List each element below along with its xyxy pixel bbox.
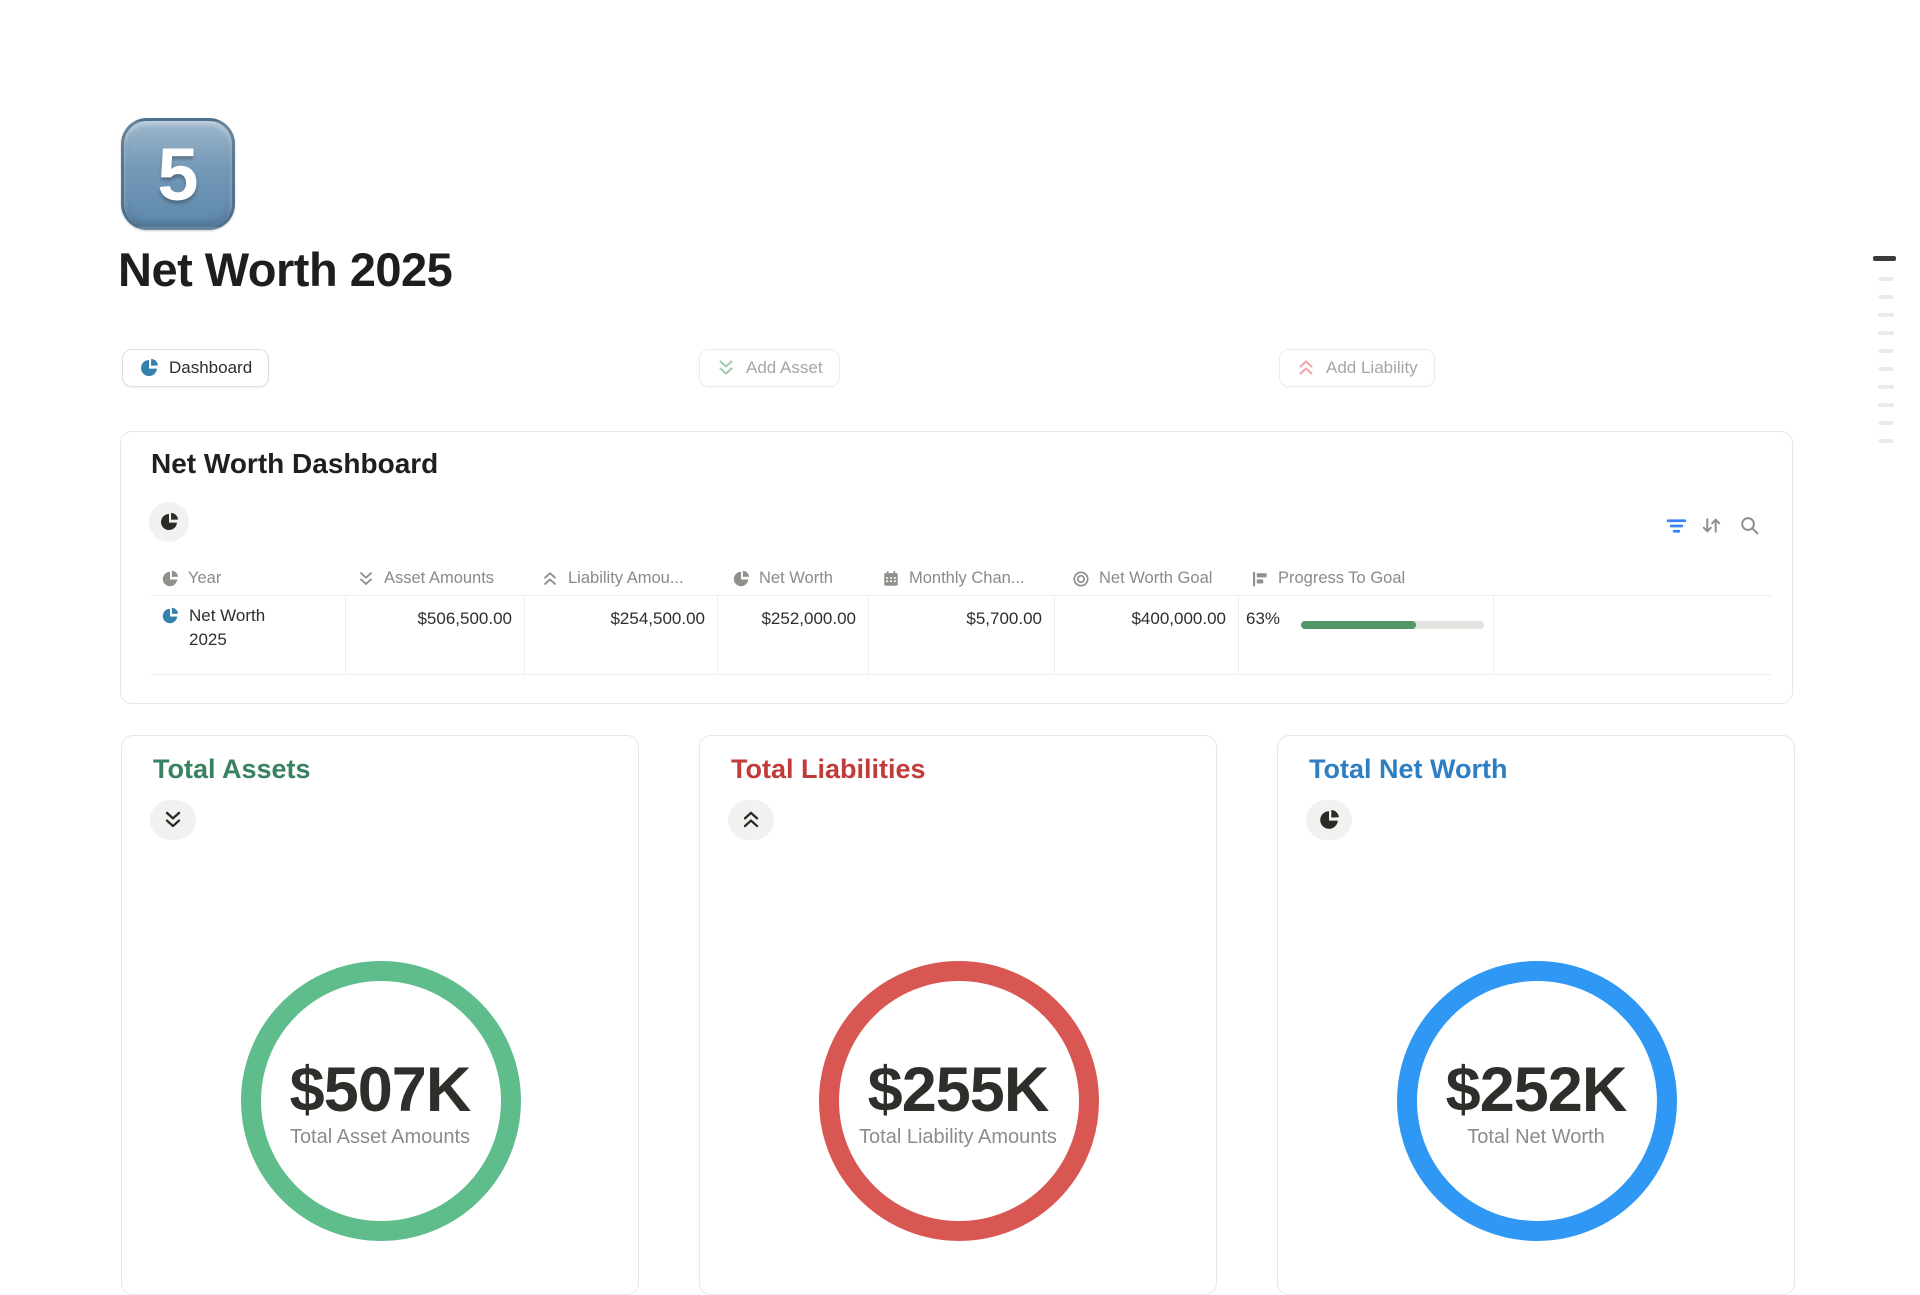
column-header-net-worth[interactable]: Net Worth (732, 562, 864, 595)
cell-asset-amounts[interactable]: $506,500.00 (345, 604, 524, 634)
search-icon[interactable] (1738, 514, 1760, 536)
double-chevron-down-icon (162, 809, 184, 831)
add-liability-button[interactable]: Add Liability (1279, 349, 1435, 387)
total-liabilities-card: Total Liabilities $255K Total Liability … (699, 735, 1217, 1295)
progress-percent-label: 63% (1246, 609, 1281, 628)
double-chevron-down-icon (716, 358, 736, 378)
column-divider (1238, 595, 1239, 674)
net-worth-total-label: Total Net Worth (1467, 1126, 1605, 1148)
cell-liability-amounts[interactable]: $254,500.00 (524, 604, 717, 634)
liabilities-total-label: Total Liability Amounts (859, 1126, 1057, 1148)
toc-item[interactable] (1878, 295, 1894, 299)
pie-chart-icon (162, 570, 179, 586)
toc-item[interactable] (1878, 349, 1894, 353)
pie-chart-icon (139, 358, 159, 378)
total-assets-card: Total Assets $507K Total Asset Amounts (121, 735, 639, 1295)
progress-bar (1301, 621, 1484, 629)
toc-item[interactable] (1878, 421, 1894, 425)
toc-item[interactable] (1878, 403, 1894, 407)
double-chevron-down-icon (360, 571, 372, 585)
total-liabilities-title[interactable]: Total Liabilities (731, 754, 926, 785)
toc-item[interactable] (1878, 331, 1894, 335)
sort-icon[interactable] (1700, 514, 1722, 536)
table-divider (151, 595, 1771, 596)
cell-net-worth-goal[interactable]: $400,000.00 (1054, 604, 1238, 634)
double-chevron-up-icon (544, 571, 556, 585)
dashboard-card-title[interactable]: Net Worth Dashboard (151, 448, 438, 480)
table-row-title-cell[interactable]: Net Worth 2025 (161, 604, 341, 651)
pie-chart-icon (733, 570, 750, 586)
toc-item[interactable] (1878, 367, 1894, 371)
page-icon-digit: 5 (157, 132, 199, 216)
net-worth-view-pill[interactable] (1306, 800, 1352, 840)
view-tab-pill[interactable] (149, 502, 189, 542)
add-asset-button-label: Add Asset (746, 358, 823, 377)
cell-monthly-change[interactable]: $5,700.00 (868, 604, 1054, 634)
toc-item[interactable] (1878, 277, 1894, 281)
toc-item-active[interactable] (1873, 256, 1896, 261)
total-assets-title[interactable]: Total Assets (153, 754, 311, 785)
target-icon (1073, 570, 1089, 587)
column-header-liability-amounts[interactable]: Liability Amou... (541, 562, 713, 595)
add-liability-button-label: Add Liability (1326, 358, 1418, 377)
pie-chart-icon (1318, 809, 1340, 831)
column-header-progress-to-goal[interactable]: Progress To Goal (1251, 562, 1491, 595)
total-net-worth-card: Total Net Worth $252K Total Net Worth (1277, 735, 1795, 1295)
assets-total-label: Total Asset Amounts (289, 1126, 471, 1148)
toc-item[interactable] (1878, 385, 1894, 389)
add-asset-button[interactable]: Add Asset (699, 349, 840, 387)
net-worth-total-value: $252K (1445, 1055, 1628, 1125)
calendar-icon (884, 570, 898, 586)
progress-flag-icon (1252, 571, 1267, 586)
toc-item[interactable] (1878, 439, 1894, 443)
dashboard-button-label: Dashboard (169, 358, 253, 377)
column-divider (1493, 595, 1494, 674)
dashboard-button[interactable]: Dashboard (122, 349, 270, 387)
column-header-year[interactable]: Year (161, 562, 341, 595)
liabilities-view-pill[interactable] (728, 800, 774, 840)
page-icon[interactable]: 5 (121, 118, 235, 230)
table-divider (151, 674, 1771, 675)
assets-total-value: $507K (289, 1055, 472, 1125)
total-net-worth-title[interactable]: Total Net Worth (1309, 754, 1507, 785)
pie-chart-icon (159, 512, 179, 532)
page-title[interactable]: Net Worth 2025 (118, 242, 453, 297)
liabilities-total-value: $255K (867, 1055, 1050, 1125)
double-chevron-up-icon (740, 809, 762, 831)
column-header-monthly-change[interactable]: Monthly Chan... (882, 562, 1050, 595)
toc-item[interactable] (1878, 313, 1894, 317)
pie-chart-icon (162, 607, 179, 624)
double-chevron-up-icon (1296, 358, 1316, 378)
row-title: Net Worth 2025 (189, 606, 266, 649)
assets-view-pill[interactable] (150, 800, 196, 840)
filter-icon[interactable] (1665, 514, 1687, 536)
cell-net-worth[interactable]: $252,000.00 (717, 604, 868, 634)
net-worth-dashboard-card: Net Worth Dashboard Year Asset Amounts L… (120, 431, 1793, 704)
progress-bar-fill (1301, 621, 1417, 629)
column-header-asset-amounts[interactable]: Asset Amounts (357, 562, 520, 595)
column-header-net-worth-goal[interactable]: Net Worth Goal (1072, 562, 1234, 595)
